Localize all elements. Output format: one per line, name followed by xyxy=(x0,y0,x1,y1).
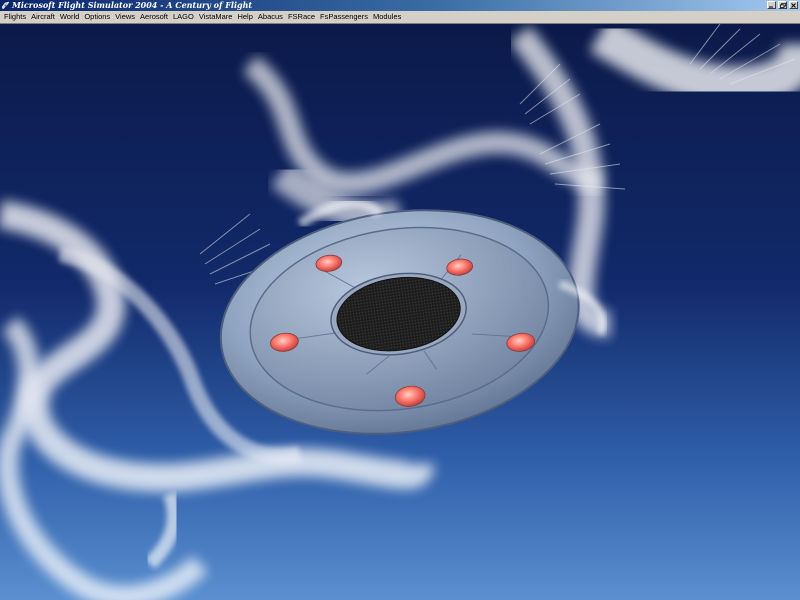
scene-canvas xyxy=(0,24,800,600)
flight-view-viewport[interactable] xyxy=(0,24,800,600)
fs-app-icon[interactable] xyxy=(1,1,10,10)
close-icon[interactable] xyxy=(789,1,798,9)
restore-icon[interactable] xyxy=(778,1,787,9)
minimize-icon[interactable] xyxy=(767,1,776,9)
window-controls xyxy=(767,1,798,9)
menu-fspassengers[interactable]: FsPassengers xyxy=(318,11,371,23)
title-bar[interactable]: Microsoft Flight Simulator 2004 - A Cent… xyxy=(0,0,800,11)
menu-bar: Flights Aircraft World Options Views Aer… xyxy=(0,11,800,24)
menu-aircraft[interactable]: Aircraft xyxy=(29,11,58,23)
menu-world[interactable]: World xyxy=(58,11,82,23)
menu-modules[interactable]: Modules xyxy=(371,11,404,23)
menu-fsrace[interactable]: FSRace xyxy=(286,11,318,23)
menu-vistamare[interactable]: VistaMare xyxy=(197,11,236,23)
menu-lago[interactable]: LAGO xyxy=(171,11,197,23)
menu-help[interactable]: Help xyxy=(235,11,255,23)
window-title: Microsoft Flight Simulator 2004 - A Cent… xyxy=(12,0,253,10)
app-window: Microsoft Flight Simulator 2004 - A Cent… xyxy=(0,0,800,600)
menu-flights[interactable]: Flights xyxy=(2,11,29,23)
menu-aerosoft[interactable]: Aerosoft xyxy=(138,11,171,23)
menu-views[interactable]: Views xyxy=(113,11,138,23)
menu-abacus[interactable]: Abacus xyxy=(256,11,286,23)
menu-options[interactable]: Options xyxy=(82,11,113,23)
